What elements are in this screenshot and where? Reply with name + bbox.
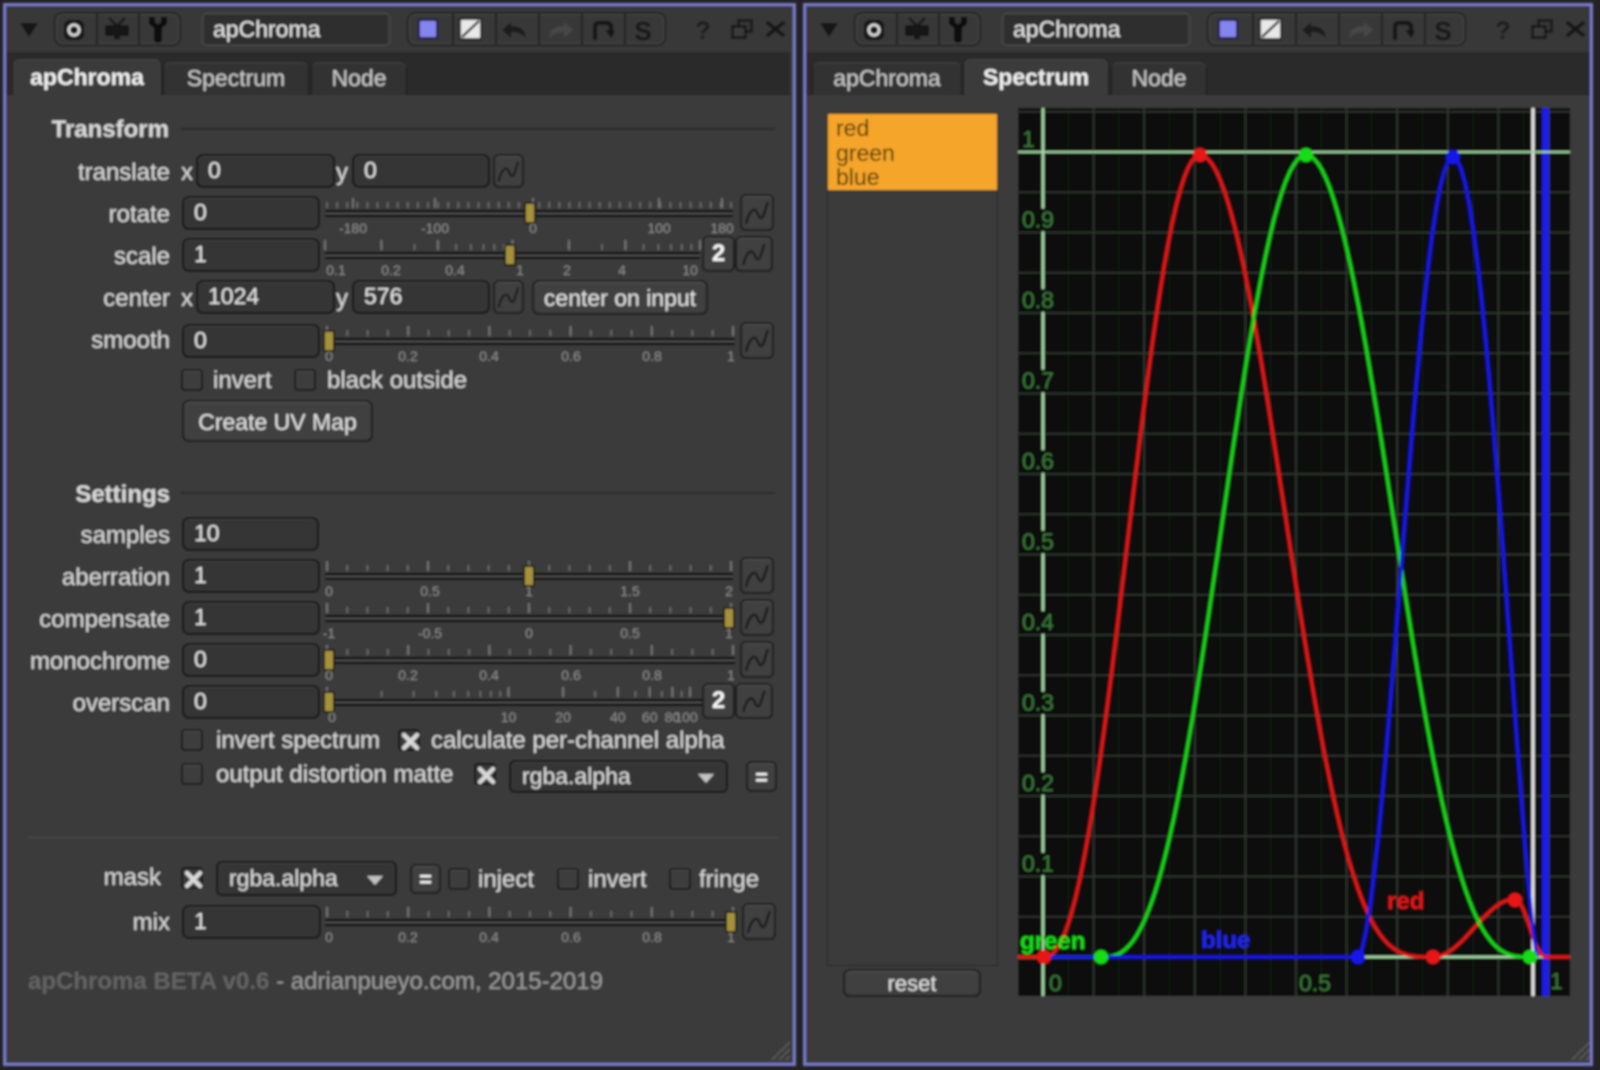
svg-text:0.8: 0.8	[642, 348, 662, 364]
svg-text:10: 10	[501, 709, 517, 725]
svg-text:0.4: 0.4	[479, 929, 499, 945]
svg-text:0.8: 0.8	[642, 929, 662, 945]
svg-text:1: 1	[516, 262, 524, 278]
svg-text:10: 10	[682, 262, 698, 278]
svg-text:0: 0	[325, 929, 333, 945]
svg-text:60: 60	[642, 709, 658, 725]
svg-text:red: red	[1387, 888, 1424, 915]
svg-text:0.6: 0.6	[561, 929, 581, 945]
svg-text:0.2: 0.2	[398, 348, 418, 364]
svg-text:0.8: 0.8	[1022, 287, 1054, 313]
svg-text:1: 1	[1550, 968, 1563, 994]
svg-text:40: 40	[610, 709, 626, 725]
svg-text:0.2: 0.2	[1022, 770, 1054, 796]
svg-text:100: 100	[674, 709, 698, 725]
svg-text:0.9: 0.9	[1022, 207, 1054, 233]
svg-text:1: 1	[727, 348, 735, 364]
svg-text:0.1: 0.1	[1022, 851, 1054, 877]
svg-text:20: 20	[555, 709, 571, 725]
svg-text:1: 1	[1022, 126, 1035, 152]
svg-text:0.4: 0.4	[479, 348, 499, 364]
svg-text:0.2: 0.2	[398, 929, 418, 945]
svg-text:0.6: 0.6	[1022, 448, 1054, 474]
svg-text:0.4: 0.4	[1022, 609, 1054, 635]
svg-text:0.3: 0.3	[1022, 690, 1054, 716]
svg-text:0.1: 0.1	[326, 262, 346, 278]
svg-text:0.5: 0.5	[1022, 529, 1054, 555]
svg-text:2: 2	[563, 262, 571, 278]
svg-text:0.7: 0.7	[1022, 368, 1054, 394]
svg-text:0: 0	[1049, 970, 1062, 996]
svg-text:1: 1	[727, 667, 735, 683]
svg-text:4: 4	[618, 262, 626, 278]
svg-text:0.6: 0.6	[561, 348, 581, 364]
svg-text:green: green	[1020, 928, 1085, 955]
svg-text:0.5: 0.5	[1299, 970, 1331, 996]
svg-text:0.2: 0.2	[381, 262, 401, 278]
svg-text:0.4: 0.4	[445, 262, 465, 278]
svg-text:blue: blue	[1201, 927, 1250, 954]
